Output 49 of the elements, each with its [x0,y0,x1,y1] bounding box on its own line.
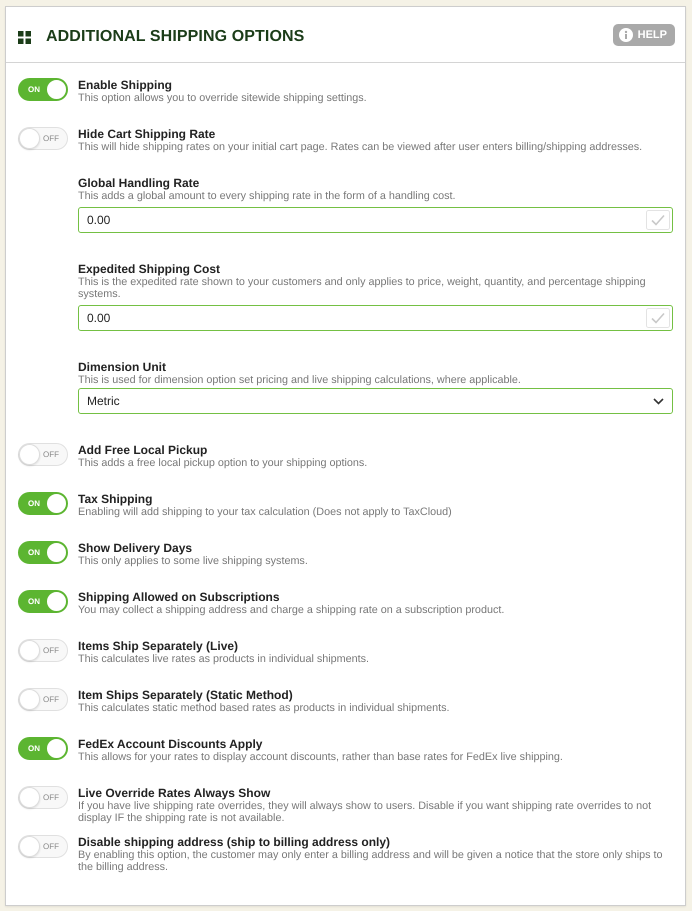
setting-label: Enable Shipping [78,78,174,92]
field-label: Dimension Unit [78,360,168,374]
setting-description: Enabling will add shipping to your tax calculation (Does not apply to TaxCloud) [78,506,453,518]
check-icon [646,210,670,230]
grid-icon [18,30,31,44]
toggle-switch[interactable]: ON [18,590,68,613]
setting-description: You may collect a shipping address and charge a shipping rate on a subscription product. [78,604,506,616]
setting-description: This calculates static method based rates as products in individual shipments. [78,702,450,714]
field-description: This is used for dimension option set pricing and live shipping calculations, where applicable. [78,374,522,386]
help-button[interactable]: HELP [612,24,675,46]
field-description: This is the expedited rate shown to your customers and only applies to price, weight, quantity, and percentage shipping systems. [78,276,647,300]
setting-description: This option allows you to override sitewide shipping settings. [78,92,368,104]
info-icon [618,28,633,42]
text-input[interactable]: 0.00 [78,207,673,233]
setting-label: Add Free Local Pickup [78,443,208,457]
setting-description: This calculates live rates as products in individual shipments. [78,653,370,665]
setting-description: This allows for your rates to display account discounts, rather than base rates for FedEx live shipping. [78,751,564,763]
setting-description: This adds a free local pickup option to your shipping options. [78,457,368,469]
toggle-switch[interactable]: OFF [18,786,68,809]
panel-title: ADDITIONAL SHIPPING OPTIONS [46,28,306,46]
toggle-switch[interactable]: ON [18,541,68,564]
setting-description: If you have live shipping rate overrides, they will always show to users. Disable if you want shipping rate overrides to not display IF the shipping rate is not available. [78,800,652,824]
field-description: This adds a global amount to every shipping rate in the form of a handling cost. [78,190,457,202]
toggle-switch[interactable]: ON [18,78,68,101]
toggle-switch[interactable]: ON [18,492,68,515]
chevron-down-icon [653,398,664,404]
setting-label: FedEx Account Discounts Apply [78,737,264,751]
toggle-switch[interactable]: ON [18,737,68,760]
setting-label: Live Override Rates Always Show [78,786,272,800]
toggle-switch[interactable]: OFF [18,443,68,466]
toggle-switch[interactable]: OFF [18,835,68,858]
setting-label: Shipping Allowed on Subscriptions [78,590,281,604]
setting-label: Tax Shipping [78,492,154,506]
dropdown[interactable]: Metric [78,388,673,414]
setting-description: This only applies to some live shipping systems. [78,555,309,567]
toggle-switch[interactable]: OFF [18,127,68,150]
setting-description: This will hide shipping rates on your initial cart page. Rates can be viewed after user enters billing/shipping addresses. [78,141,644,153]
field-label: Expedited Shipping Cost [78,262,222,276]
check-icon [646,308,670,328]
setting-label: Disable shipping address (ship to billing address only) [78,835,392,849]
setting-description: By enabling this option, the customer may only enter a billing address and will be given a notice that the store only ships to the billing address. [78,849,664,873]
toggle-switch[interactable]: OFF [18,639,68,662]
setting-label: Items Ship Separately (Live) [78,639,240,653]
setting-label: Hide Cart Shipping Rate [78,127,216,141]
text-input[interactable]: 0.00 [78,305,673,331]
setting-label: Item Ships Separately (Static Method) [78,688,294,702]
toggle-switch[interactable]: OFF [18,688,68,711]
setting-label: Show Delivery Days [78,541,194,555]
field-label: Global Handling Rate [78,176,200,190]
